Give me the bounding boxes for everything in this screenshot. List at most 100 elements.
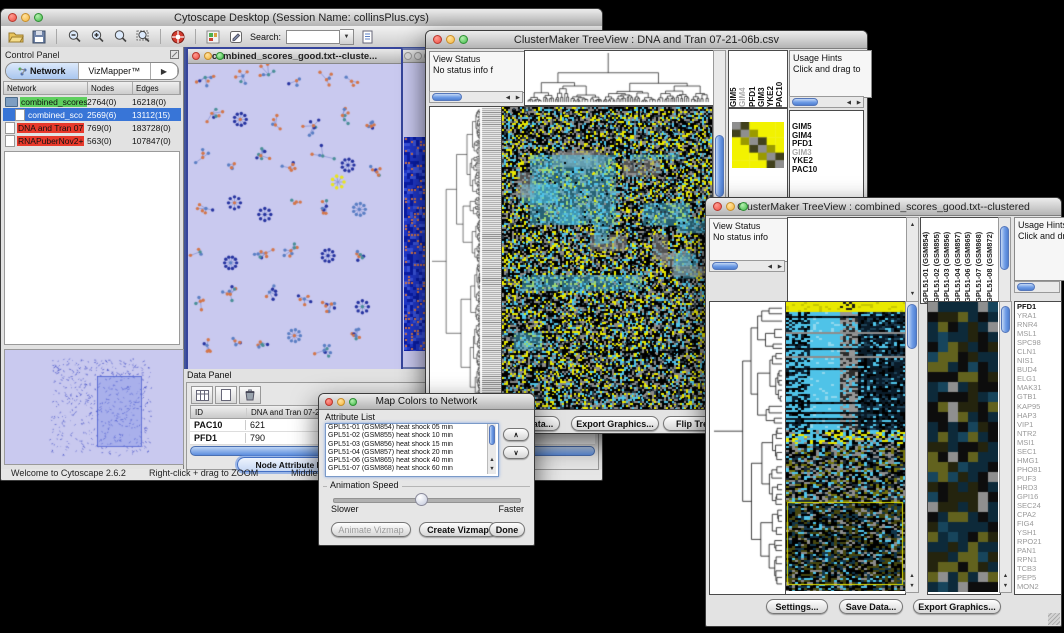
attribute-list-item[interactable]: GPL51-06 (GSM865) heat shock 40 min [326,457,498,465]
scroll-down-icon[interactable] [906,581,918,591]
zoom-fit-icon[interactable] [134,28,152,45]
network-view-titlebar[interactable]: combined_scores_good.txt--cluste... [188,49,401,64]
tab-vizmapper[interactable]: VizMapper™ [79,63,152,79]
column-labels-scrollbar[interactable] [998,217,1011,302]
annotation-icon[interactable] [227,28,245,45]
zoom-button[interactable] [459,35,468,44]
column-mini-scrollbar[interactable] [906,217,919,302]
row-dendrogram-canvas[interactable] [430,107,502,409]
scroll-up-icon[interactable] [907,220,918,230]
heatmap-canvas[interactable] [786,302,905,591]
scrollbar-thumb[interactable] [907,304,917,349]
help-lifering-icon[interactable] [169,28,187,45]
zoom-button[interactable] [349,398,357,406]
scroll-left-icon[interactable] [847,97,851,109]
treeview1-titlebar[interactable]: ClusterMaker TreeView : DNA and Tran 07-… [426,31,867,49]
network-row[interactable]: RNAPuberNov2+ 563(0) 107847(0) [3,134,181,147]
column-dendrogram-panel[interactable] [787,217,907,304]
minimize-button[interactable] [726,202,735,211]
import-attributes-icon[interactable] [359,28,377,45]
plugin-icon[interactable] [204,28,222,45]
scroll-down-icon[interactable] [1000,581,1011,591]
heatmap-panel[interactable] [785,301,906,595]
open-file-icon[interactable] [7,28,25,45]
export-graphics-button[interactable]: Export Graphics... [913,599,1001,614]
scrollbar-thumb[interactable] [792,98,818,106]
network-row-selected[interactable]: combined_sco 2569(6) 13112(15) [3,108,181,121]
row-dendrogram-canvas[interactable] [710,302,786,591]
usage-hints-scrollbar[interactable] [1014,281,1060,293]
view-status-scrollbar[interactable] [709,260,785,272]
tabs-overflow-button[interactable]: ▶ [151,63,178,79]
save-icon[interactable] [30,28,48,45]
vertical-scrollbar[interactable] [905,301,919,593]
scroll-left-icon[interactable] [506,92,510,104]
attribute-list-scrollbar[interactable] [487,424,496,474]
tab-network[interactable]: Network [6,63,79,79]
scroll-up-icon[interactable] [906,571,918,581]
frame-close-button[interactable] [192,52,200,60]
close-button[interactable] [713,202,722,211]
minimize-button[interactable] [337,398,345,406]
float-panel-icon[interactable] [170,50,179,59]
scroll-right-icon[interactable] [778,261,782,273]
row-dendrogram-panel[interactable] [429,106,502,410]
attribute-list-item[interactable]: GPL51-03 (GSM856) heat shock 15 min [326,441,498,449]
frame-minimize-button[interactable] [204,52,212,60]
frame-zoom-button[interactable] [216,52,224,60]
dialog-titlebar[interactable]: Map Colors to Network [319,394,534,410]
animation-speed-slider-thumb[interactable] [415,493,428,506]
zoom-heatmap-canvas[interactable] [928,302,998,592]
close-button[interactable] [325,398,333,406]
scroll-down-icon[interactable] [488,464,496,474]
create-vizmap-button[interactable]: Create Vizmap [419,522,497,537]
zoom-button[interactable] [739,202,748,211]
search-dropdown-button[interactable] [340,29,354,45]
column-dendrogram-panel[interactable] [524,50,714,106]
birdseye-view[interactable] [4,349,184,465]
heatmap-canvas[interactable] [502,107,712,409]
close-button[interactable] [433,35,442,44]
settings-button[interactable]: Settings... [766,599,828,614]
network-list-area[interactable] [4,151,180,345]
search-input[interactable] [286,30,340,44]
close-button[interactable] [8,13,17,22]
resize-grip[interactable] [1048,613,1060,625]
heatmap-panel[interactable] [501,106,713,410]
scrollbar-thumb[interactable] [715,135,724,197]
view-status-scrollbar[interactable] [429,91,523,103]
usage-hints-scrollbar[interactable] [789,96,864,108]
birdseye-canvas[interactable] [5,350,181,462]
scrollbar-thumb[interactable] [1000,226,1009,270]
attribute-list-item[interactable]: GPL51-07 (GSM868) heat shock 60 min [326,465,498,473]
save-data-button[interactable]: Save Data... [839,599,903,614]
attribute-list-item[interactable]: GPL51-01 (GSM854) heat shock 05 min [326,424,498,432]
column-dendrogram-canvas[interactable] [525,51,711,103]
summary-matrix-canvas[interactable] [732,122,784,168]
scrollbar-thumb[interactable] [432,93,462,101]
zoom-scrollbar[interactable] [999,301,1012,593]
zoom-heatmap-panel[interactable] [927,301,1001,595]
scrollbar-thumb[interactable] [1017,283,1035,291]
move-up-button[interactable]: ∧ [503,428,529,441]
attribute-list[interactable]: GPL51-01 (GSM854) heat shock 05 minGPL51… [325,423,499,477]
delete-attribute-icon[interactable] [239,386,261,404]
network-row[interactable]: combined_scores 2764(0) 16218(0) [3,95,181,108]
attribute-list-item[interactable]: GPL51-04 (GSM857) heat shock 20 min [326,449,498,457]
attribute-list-item[interactable]: GPL51-02 (GSM855) heat shock 10 min [326,432,498,440]
zoom-selected-icon[interactable] [111,28,129,45]
export-graphics-button[interactable]: Export Graphics... [571,416,659,431]
minimize-button[interactable] [446,35,455,44]
animate-vizmap-button[interactable]: Animate Vizmap [331,522,411,537]
scroll-right-icon[interactable] [516,92,520,104]
treeview2-titlebar[interactable]: ClusterMaker TreeView : combined_scores_… [706,198,1061,216]
minimize-button[interactable] [21,13,30,22]
scroll-down-icon[interactable] [907,289,918,299]
scrollbar-thumb[interactable] [1001,306,1010,333]
network-canvas[interactable] [188,64,393,367]
scroll-up-icon[interactable] [1000,571,1011,581]
new-attribute-icon[interactable] [215,386,237,404]
scroll-left-icon[interactable] [768,261,772,273]
main-titlebar[interactable]: Cytoscape Desktop (Session Name: collins… [1,9,602,27]
attribute-table-icon[interactable] [191,386,213,404]
